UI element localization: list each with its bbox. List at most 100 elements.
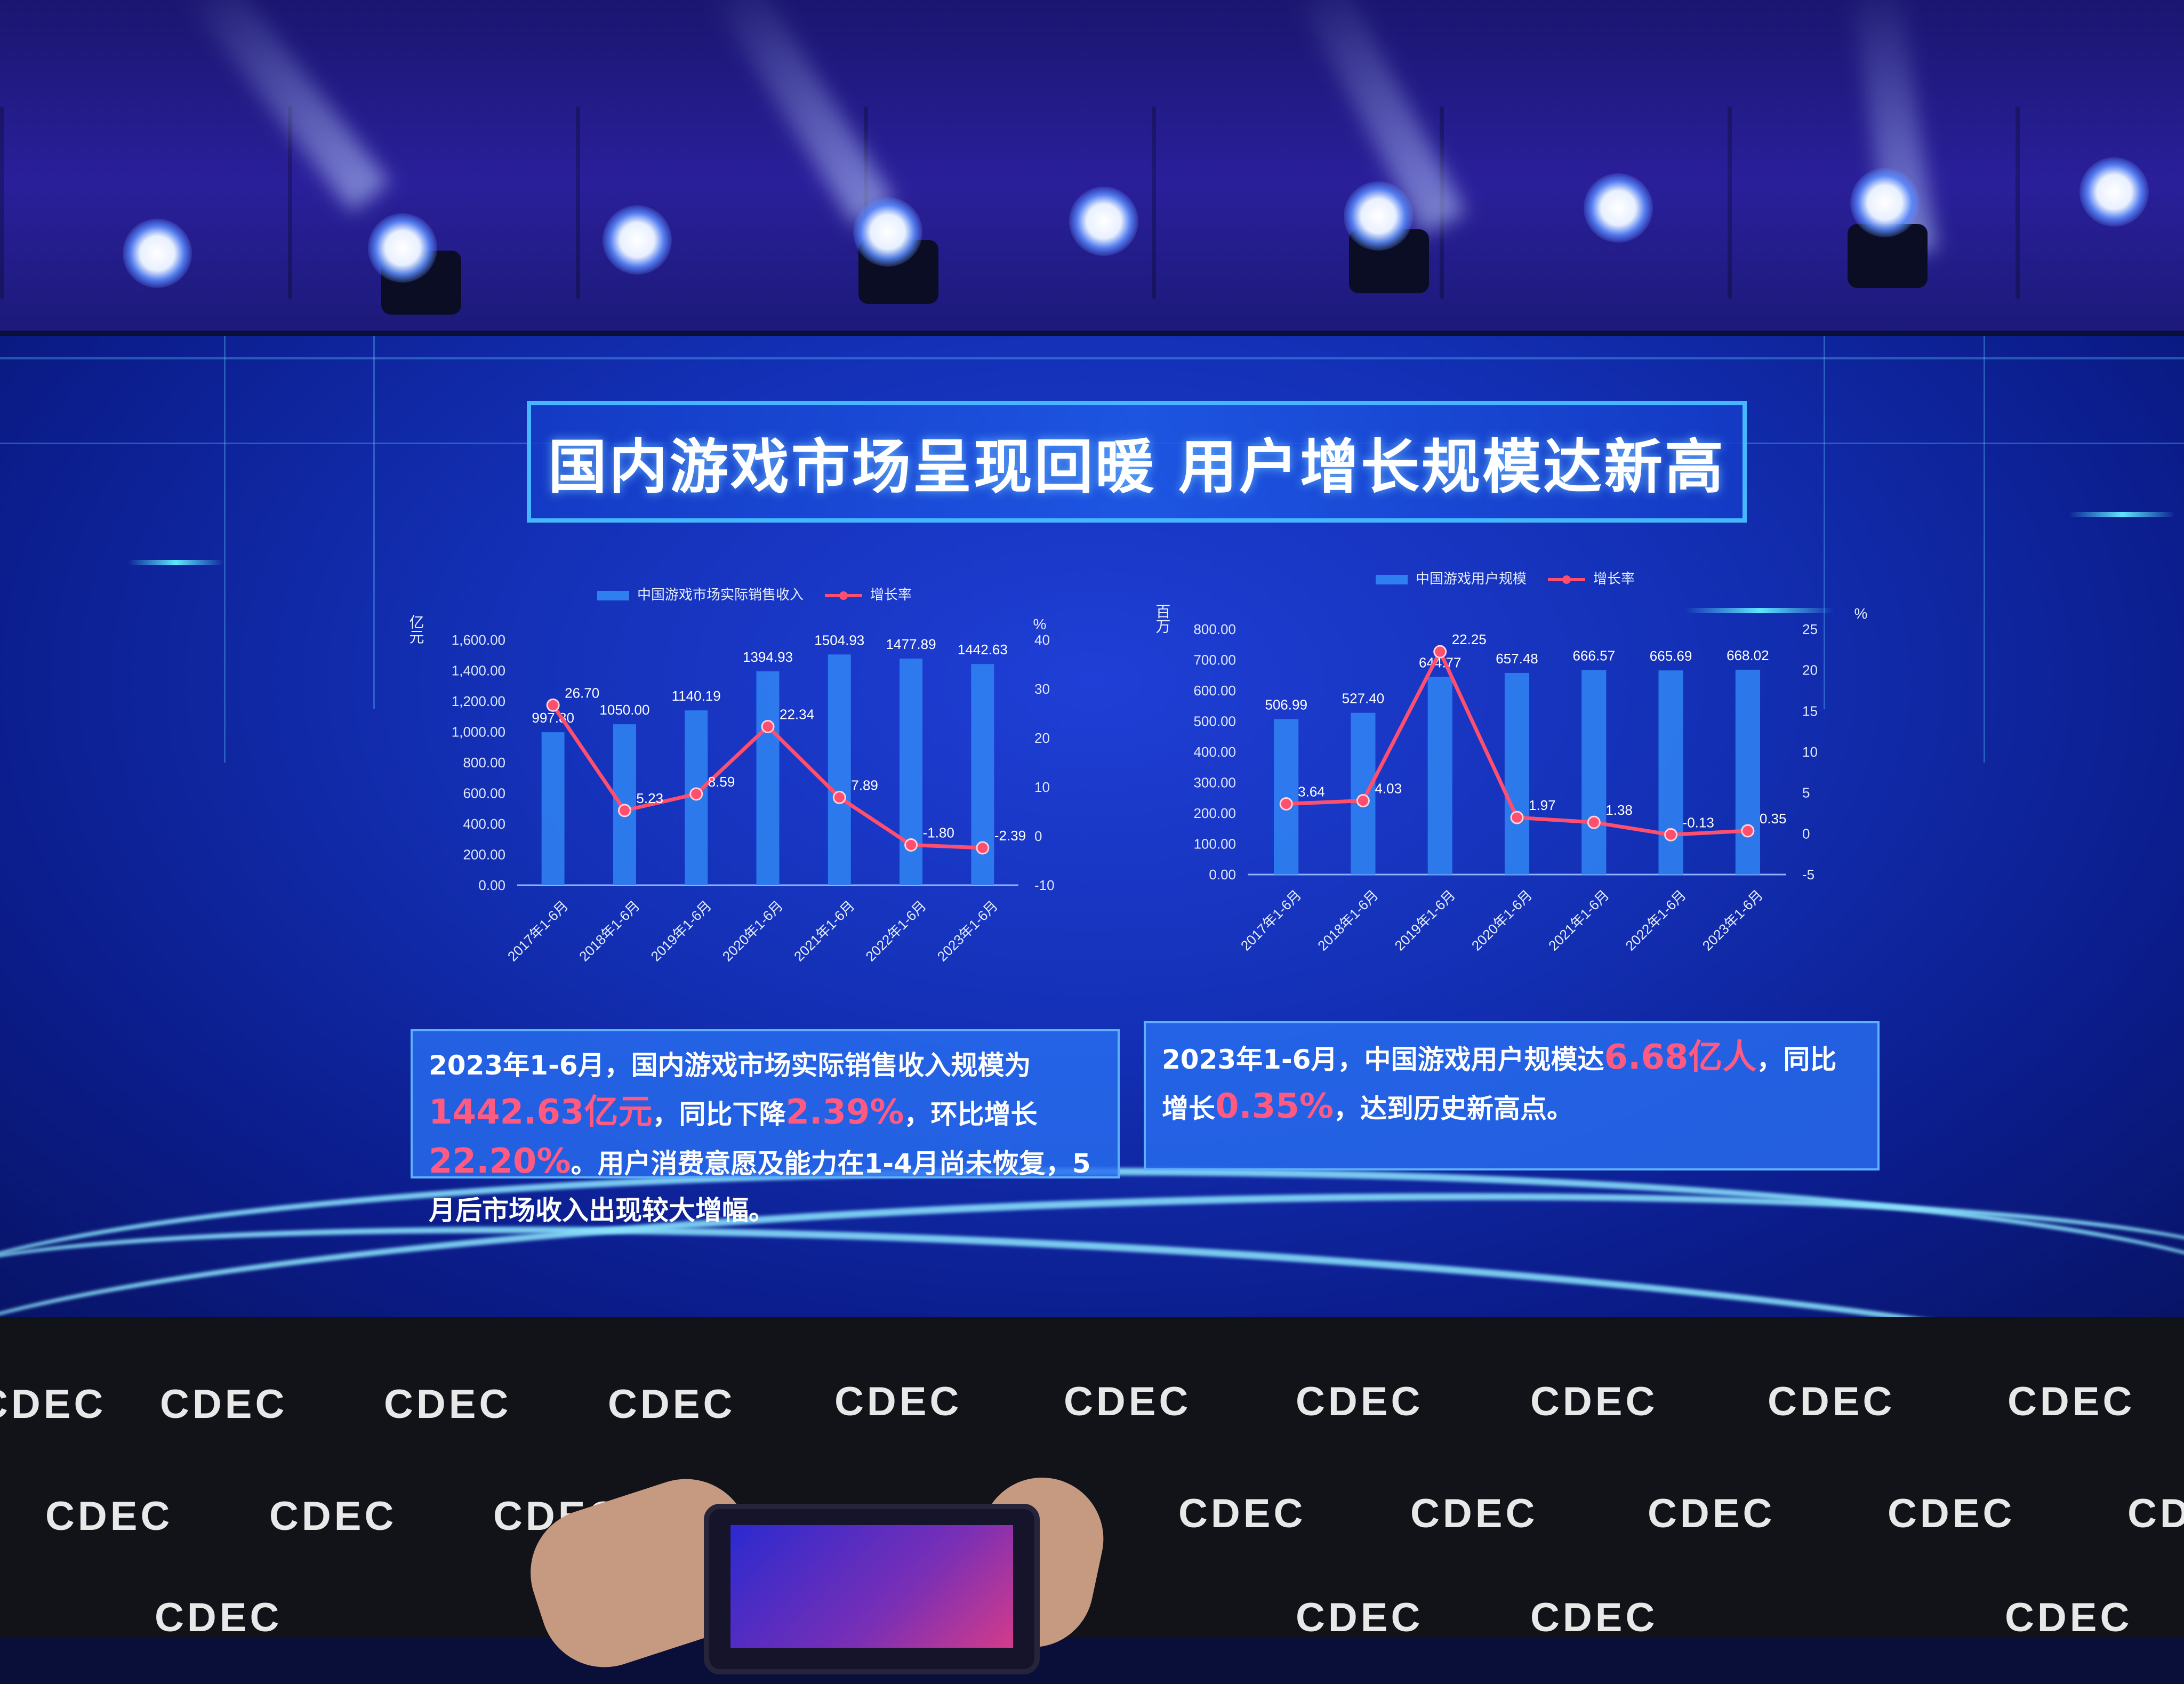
y-axis-unit: 百万: [1154, 604, 1171, 633]
cdec-logo: CDEC: [608, 1382, 736, 1427]
growth-rate-point: [832, 790, 846, 804]
growth-rate-label: -0.13: [1683, 814, 1714, 830]
growth-rate-point: [1356, 794, 1370, 808]
spotlight: [1069, 187, 1138, 256]
growth-rate-label: 22.34: [780, 706, 814, 722]
y-tick-label: 200.00: [463, 847, 505, 863]
cdec-logo: CDEC: [384, 1382, 512, 1427]
bar-value-label: 527.40: [1342, 691, 1385, 707]
bar-value-label: 657.48: [1496, 651, 1538, 667]
legend-bar-swatch: [597, 591, 629, 600]
y-tick-label: 1,200.00: [452, 693, 505, 709]
growth-rate-point: [1664, 828, 1678, 841]
y-tick-label: 400.00: [1193, 744, 1236, 760]
growth-rate-label: 3.64: [1298, 784, 1325, 800]
y-tick-label: 600.00: [463, 785, 505, 801]
bar: [1351, 712, 1376, 875]
y2-tick-label: 0: [1034, 828, 1042, 844]
growth-rate-label: 7.89: [851, 777, 878, 793]
growth-rate-label: 22.25: [1452, 631, 1487, 647]
growth-rate-label: 4.03: [1375, 781, 1402, 797]
cdec-logo: CDEC: [834, 1379, 962, 1424]
growth-rate-label: 1.38: [1605, 802, 1633, 818]
users-chart: 中国游戏用户规模 增长率百万 % 0.00 100.00 200.00 300.00 400.…: [1154, 571, 1868, 953]
growth-rate-point: [761, 719, 775, 733]
screen-glow-line: [128, 560, 224, 565]
bar-value-label: 1442.63: [958, 641, 1008, 657]
bar: [1581, 670, 1607, 875]
x-tick-label: 2018年1-6月: [1314, 887, 1381, 953]
growth-rate-point: [617, 804, 631, 817]
cdec-logo: CDEC: [1178, 1491, 1306, 1536]
bar-value-label: 1477.89: [886, 636, 936, 652]
y-tick-label: 500.00: [1193, 713, 1236, 729]
y2-tick-label: 40: [1034, 632, 1050, 648]
y2-tick-label: 20: [1802, 662, 1818, 678]
legend-line-label: 增长率: [1593, 571, 1635, 587]
growth-rate-point: [1433, 645, 1447, 659]
bar: [541, 732, 565, 885]
legend-line-label: 增长率: [870, 587, 912, 603]
cdec-logo: CDEC: [1410, 1491, 1538, 1536]
bar-value-label: 1140.19: [672, 688, 721, 704]
cdec-logo: CDEC: [269, 1494, 397, 1539]
spotlight: [368, 213, 437, 283]
y-tick-label: 600.00: [1193, 683, 1236, 699]
cdec-logo: CDEC: [1296, 1595, 1424, 1640]
legend-line-marker: [839, 591, 848, 600]
revenue-summary-text-3: ，环比增长: [904, 1099, 1038, 1130]
bar: [756, 671, 780, 885]
growth-rate-label: 5.23: [636, 790, 663, 806]
spotlight: [1344, 181, 1413, 251]
legend-line-marker: [1562, 575, 1571, 584]
growth-rate-point: [689, 787, 703, 801]
y-axis-unit: 亿元: [408, 614, 424, 644]
x-tick-label: 2018年1-6月: [576, 897, 643, 964]
x-tick-label: 2019年1-6月: [1392, 887, 1458, 953]
growth-rate-label: 0.35: [1760, 811, 1787, 827]
revenue-mom-value: 22.20%: [429, 1142, 571, 1181]
ceiling: [0, 0, 2184, 331]
y2-tick-label: -10: [1034, 877, 1055, 893]
audience-phone: [704, 1504, 1040, 1674]
bar: [1427, 677, 1452, 875]
y-tick-label: 700.00: [1193, 652, 1236, 668]
x-tick-label: 2022年1-6月: [862, 897, 929, 964]
y2-tick-label: 10: [1034, 779, 1050, 795]
x-tick-label: 2020年1-6月: [719, 897, 786, 964]
growth-rate-label: -1.80: [923, 825, 954, 841]
users-yoy-value: 0.35%: [1215, 1087, 1334, 1126]
screen-grid-line: [224, 336, 226, 763]
growth-rate-label: 26.70: [565, 685, 599, 701]
x-tick-label: 2017年1-6月: [504, 897, 571, 964]
y-tick-label: 1,600.00: [452, 632, 505, 648]
slide-title-frame: 国内游戏市场呈现回暖 用户增长规模达新高: [527, 401, 1747, 523]
y2-tick-label: 0: [1802, 825, 1810, 841]
phone-screen: [730, 1525, 1013, 1648]
y-tick-label: 300.00: [1193, 775, 1236, 791]
y2-tick-label: 5: [1802, 785, 1810, 801]
y2-tick-label: 10: [1802, 744, 1818, 760]
bar-value-label: 997.80: [532, 710, 574, 726]
cdec-logo: CDEC: [2005, 1595, 2133, 1640]
bar: [1504, 672, 1530, 875]
revenue-value: 1442.63亿元: [429, 1093, 653, 1132]
spotlight: [603, 205, 672, 275]
x-tick-label: 2019年1-6月: [648, 897, 714, 964]
y-tick-label: 0.00: [478, 877, 505, 893]
y2-axis-unit: %: [1033, 616, 1047, 632]
revenue-summary-text-1: 2023年1-6月，国内游戏市场实际销售收入规模为: [429, 1050, 1031, 1081]
growth-rate-label: 8.59: [708, 774, 735, 790]
bar: [828, 654, 851, 885]
x-tick-label: 2023年1-6月: [1699, 887, 1766, 953]
users-value: 6.68亿人: [1604, 1038, 1757, 1077]
x-tick-label: 2021年1-6月: [1545, 887, 1612, 953]
y-tick-label: 800.00: [1193, 621, 1236, 637]
y2-tick-label: -5: [1802, 867, 1814, 883]
cdec-logo: CDEC: [160, 1382, 288, 1427]
spotlight: [1850, 168, 1920, 237]
y2-tick-label: 15: [1802, 703, 1818, 719]
growth-rate-label: -2.39: [994, 828, 1026, 844]
y2-tick-label: 30: [1034, 681, 1050, 697]
y-tick-label: 0.00: [1209, 867, 1236, 883]
